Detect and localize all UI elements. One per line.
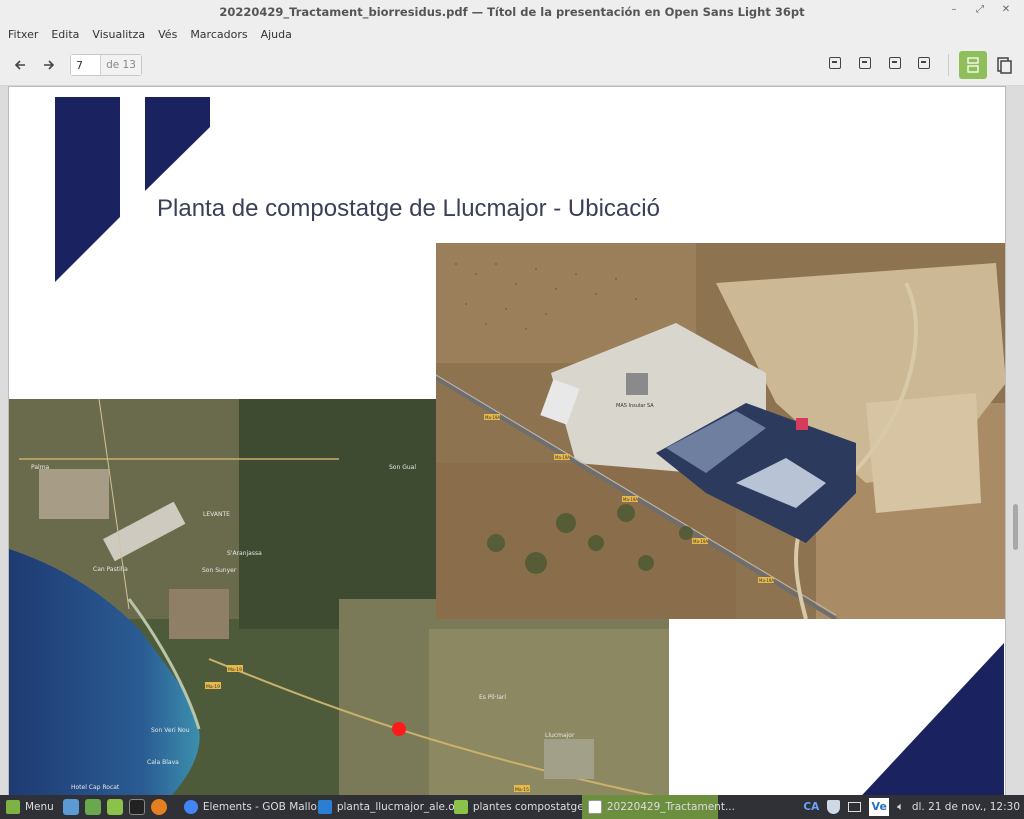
svg-text:Ma-19A: Ma-19A [555, 455, 570, 460]
location-marker [392, 722, 406, 736]
maximize-icon[interactable]: ⤢ [974, 4, 986, 16]
minimize-icon[interactable]: – [948, 4, 960, 16]
svg-text:Ma-15: Ma-15 [515, 787, 529, 793]
svg-text:Ma-19A: Ma-19A [759, 578, 774, 583]
start-menu-label: Menu [25, 801, 54, 813]
svg-text:Can Pastilla: Can Pastilla [93, 566, 128, 573]
title-bar: 20220429_Tractament_biorresidus.pdf — Tí… [0, 0, 1024, 24]
svg-text:Ma-19A: Ma-19A [623, 497, 638, 502]
keyboard-layout[interactable]: CA [803, 801, 819, 813]
svg-text:Llucmajor: Llucmajor [545, 732, 575, 739]
taskbar-item-pdf[interactable]: 20220429_Tractament... [581, 795, 735, 819]
svg-text:Son Gual: Son Gual [389, 464, 416, 471]
pdf-icon [587, 800, 602, 814]
show-desktop-icon[interactable] [62, 799, 79, 815]
menu-fitxer[interactable]: Fitxer [8, 28, 38, 41]
files-icon[interactable] [84, 799, 101, 815]
svg-text:Ma-19A: Ma-19A [693, 539, 708, 544]
svg-text:Ma-19: Ma-19 [206, 684, 220, 690]
svg-text:Hotel Cap Rocat: Hotel Cap Rocat [71, 784, 120, 791]
pdf-page: Planta de compostatge de Llucmajor - Ubi… [8, 86, 1006, 795]
taskbar-item-label: 20220429_Tractament... [606, 801, 735, 813]
fit-page-button[interactable] [889, 57, 901, 69]
fit-width-button[interactable] [918, 57, 930, 69]
page-count: de 13 [101, 55, 141, 75]
forward-button[interactable] [37, 53, 61, 77]
firefox-icon[interactable] [150, 799, 167, 815]
svg-text:Ma-19: Ma-19 [228, 667, 242, 673]
svg-text:Son Sunyer: Son Sunyer [202, 567, 237, 574]
svg-text:LEVANTE: LEVANTE [203, 511, 230, 518]
zoom-in-button[interactable] [859, 57, 871, 69]
continuous-layout-button[interactable] [959, 51, 987, 79]
dual-page-icon [997, 57, 1012, 74]
document-view[interactable]: Planta de compostatge de Llucmajor - Ubi… [0, 86, 1024, 795]
svg-text:Es Pil·larí: Es Pil·larí [479, 694, 506, 701]
taskbar: Menu Elements - GOB Mallor... planta_llu… [0, 795, 1024, 819]
menu-edita[interactable]: Edita [51, 28, 79, 41]
svg-text:Son Veri Nou: Son Veri Nou [151, 727, 190, 734]
toolbar-separator [948, 54, 949, 76]
menu-bar: Fitxer Edita Visualitza Vés Marcadors Aj… [0, 24, 1024, 44]
page-number-input[interactable] [71, 55, 101, 75]
clock[interactable]: dl. 21 de nov., 12:30 [912, 801, 1020, 813]
window-title: 20220429_Tractament_biorresidus.pdf — Tí… [219, 5, 805, 19]
page-navigator: de 13 [70, 54, 142, 76]
menu-visualitza[interactable]: Visualitza [92, 28, 145, 41]
continuous-icon [967, 57, 979, 73]
taskbar-item-chrome[interactable]: Elements - GOB Mallor... [178, 795, 330, 819]
zoom-out-button[interactable] [829, 57, 841, 69]
window-controls: – ⤢ ✕ [948, 4, 1012, 16]
taskbar-item-files[interactable]: plantes compostatge. ... [448, 795, 600, 819]
system-tray: CA Ve 🔈︎ dl. 21 de nov., 12:30 [803, 795, 1024, 819]
menu-marcadors[interactable]: Marcadors [190, 28, 247, 41]
menu-ajuda[interactable]: Ajuda [261, 28, 292, 41]
svg-text:Cala Blava: Cala Blava [147, 759, 179, 766]
menu-ves[interactable]: Vés [158, 28, 177, 41]
slide-title: Planta de compostatge de Llucmajor - Ubi… [157, 195, 660, 222]
scrollbar-thumb[interactable] [1013, 504, 1018, 550]
shield-icon[interactable] [827, 800, 841, 814]
svg-text:MAS Insular SA: MAS Insular SA [616, 403, 654, 409]
mint-logo-icon [6, 800, 20, 814]
dual-page-button[interactable] [990, 51, 1018, 79]
arrow-left-icon [14, 60, 25, 70]
start-menu-button[interactable]: Menu [0, 795, 60, 819]
volume-icon[interactable]: 🔈︎ [897, 800, 904, 814]
display-icon[interactable] [848, 802, 862, 812]
arrow-right-icon [44, 60, 55, 70]
taskbar-item-writer[interactable]: planta_llucmajor_ale.o... [312, 795, 465, 819]
folder-icon[interactable] [106, 799, 123, 815]
taskbar-item-label: planta_llucmajor_ale.o... [336, 801, 465, 813]
vpn-icon[interactable]: Ve [869, 798, 890, 816]
chrome-icon [183, 800, 198, 814]
terminal-icon[interactable] [128, 799, 145, 815]
svg-text:S'Aranjassa: S'Aranjassa [227, 550, 262, 557]
folder-icon [453, 800, 468, 814]
toolbar: de 13 [0, 44, 1024, 86]
document-icon [317, 800, 332, 814]
svg-text:Ma-19A: Ma-19A [485, 415, 500, 420]
plant-satellite-image: MAS Insular SA Ma-19A Ma-19A Ma-19A Ma-1… [436, 243, 1005, 619]
back-button[interactable] [8, 53, 32, 77]
svg-text:Palma: Palma [31, 464, 50, 471]
close-icon[interactable]: ✕ [1000, 4, 1012, 16]
